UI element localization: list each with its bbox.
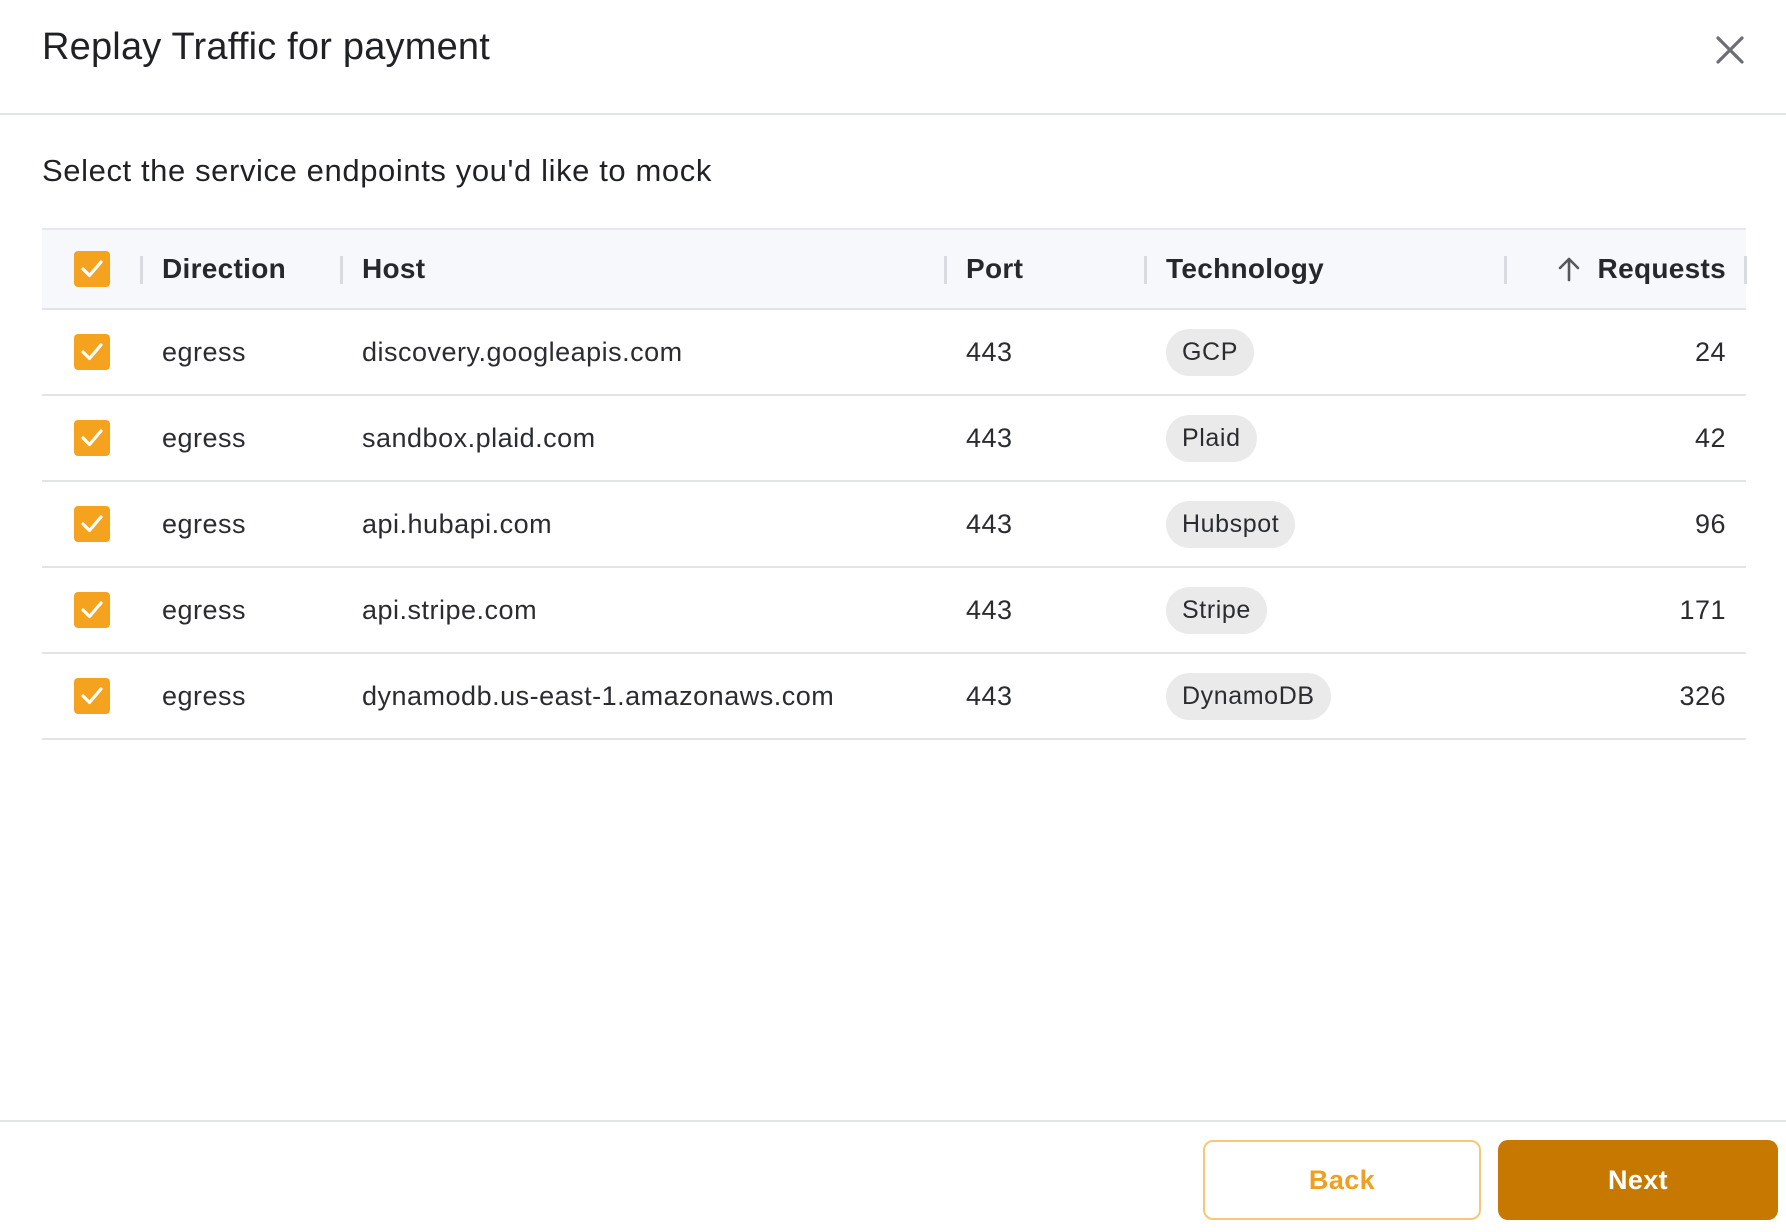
- port-cell: 443: [966, 508, 1013, 539]
- host-cell: discovery.googleapis.com: [362, 336, 683, 367]
- next-button[interactable]: Next: [1498, 1140, 1778, 1220]
- table-row[interactable]: egress api.hubapi.com 443 Hubspot 96: [42, 482, 1746, 568]
- check-icon: [81, 429, 103, 447]
- endpoints-table: Direction Host Port Technology Requests …: [42, 228, 1747, 740]
- select-all-checkbox[interactable]: [74, 251, 110, 287]
- requests-cell: 96: [1694, 508, 1726, 539]
- technology-badge: Plaid: [1166, 414, 1257, 462]
- column-separator[interactable]: [1504, 256, 1507, 284]
- table-row[interactable]: egress api.stripe.com 443 Stripe 171: [42, 568, 1746, 654]
- column-header-requests-label: Requests: [1597, 253, 1726, 284]
- direction-cell: egress: [162, 680, 247, 711]
- row-checkbox[interactable]: [74, 506, 110, 542]
- port-cell: 443: [966, 594, 1013, 625]
- requests-cell: 326: [1679, 680, 1726, 711]
- port-cell: 443: [966, 336, 1013, 367]
- direction-cell: egress: [162, 336, 247, 367]
- technology-badge: Stripe: [1166, 586, 1267, 634]
- column-separator[interactable]: [340, 256, 343, 284]
- row-checkbox[interactable]: [74, 678, 110, 714]
- host-cell: sandbox.plaid.com: [362, 422, 596, 453]
- table-row[interactable]: egress dynamodb.us-east-1.amazonaws.com …: [42, 654, 1746, 740]
- row-checkbox[interactable]: [74, 420, 110, 456]
- column-header-port[interactable]: Port: [966, 230, 1023, 308]
- column-header-requests[interactable]: Requests: [1554, 230, 1726, 308]
- table-row[interactable]: egress discovery.googleapis.com 443 GCP …: [42, 310, 1746, 396]
- table-header: Direction Host Port Technology Requests: [42, 228, 1747, 310]
- check-icon: [81, 515, 103, 533]
- row-checkbox[interactable]: [74, 334, 110, 370]
- requests-cell: 42: [1694, 422, 1726, 453]
- column-header-direction[interactable]: Direction: [162, 230, 286, 308]
- port-cell: 443: [966, 680, 1013, 711]
- column-separator[interactable]: [140, 256, 143, 284]
- requests-cell: 24: [1694, 336, 1726, 367]
- check-icon: [81, 343, 103, 361]
- column-separator[interactable]: [944, 256, 947, 284]
- close-button[interactable]: [1710, 30, 1750, 70]
- requests-cell: 171: [1679, 594, 1726, 625]
- check-icon: [81, 260, 103, 278]
- close-icon: [1716, 36, 1744, 64]
- check-icon: [81, 687, 103, 705]
- technology-badge: GCP: [1166, 328, 1254, 376]
- direction-cell: egress: [162, 508, 247, 539]
- dialog-footer: Back Next: [0, 1120, 1786, 1232]
- column-separator[interactable]: [1744, 256, 1747, 284]
- instructions-text: Select the service endpoints you'd like …: [42, 153, 712, 188]
- direction-cell: egress: [162, 422, 247, 453]
- port-cell: 443: [966, 422, 1013, 453]
- dialog-header: Replay Traffic for payment: [0, 0, 1786, 115]
- direction-cell: egress: [162, 594, 247, 625]
- check-icon: [81, 601, 103, 619]
- technology-badge: DynamoDB: [1166, 672, 1331, 720]
- row-checkbox[interactable]: [74, 592, 110, 628]
- host-cell: api.hubapi.com: [362, 508, 553, 539]
- column-header-host[interactable]: Host: [362, 230, 425, 308]
- technology-badge: Hubspot: [1166, 500, 1296, 548]
- back-button[interactable]: Back: [1203, 1140, 1481, 1220]
- column-header-technology[interactable]: Technology: [1166, 230, 1324, 308]
- column-separator[interactable]: [1144, 256, 1147, 284]
- host-cell: dynamodb.us-east-1.amazonaws.com: [362, 680, 835, 711]
- dialog-title: Replay Traffic for payment: [42, 26, 491, 68]
- arrow-up-icon: [1558, 257, 1579, 282]
- table-row[interactable]: egress sandbox.plaid.com 443 Plaid 42: [42, 396, 1746, 482]
- host-cell: api.stripe.com: [362, 594, 538, 625]
